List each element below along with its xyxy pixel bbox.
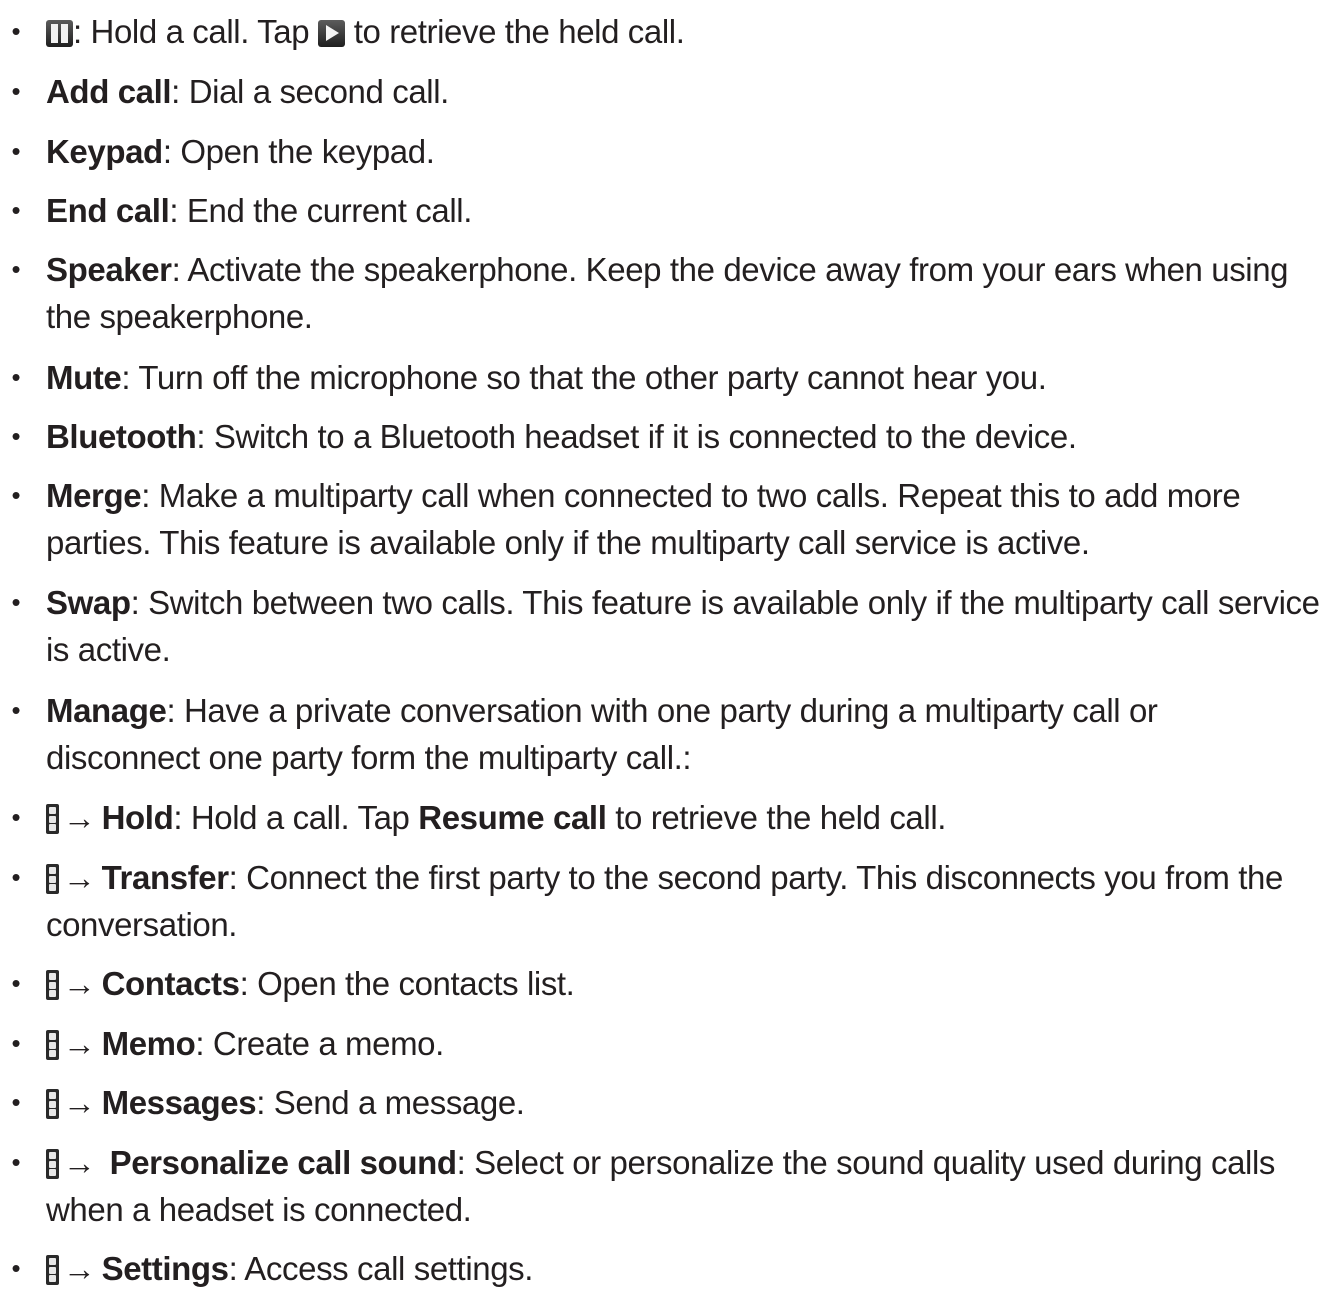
item-term: Add call [46, 73, 172, 110]
bullet: • [11, 195, 21, 225]
item-term: Speaker [46, 251, 172, 288]
bullet: • [11, 862, 21, 892]
item-desc-end: to retrieve the held call. [344, 13, 685, 50]
pause-icon [46, 20, 73, 47]
item-desc: : Switch between two calls. This feature… [130, 584, 1320, 621]
item-term: Keypad [46, 133, 163, 170]
arrow: → [63, 799, 96, 836]
bullet: • [11, 254, 21, 284]
item-text: Speaker: Activate the speakerphone. Keep… [46, 246, 1331, 340]
arrow: → [63, 1084, 96, 1121]
item-desc: : Make a multiparty call when connected … [141, 477, 1241, 514]
more-options-icon [46, 864, 59, 894]
arrow: → [63, 859, 96, 896]
item-desc-cont: when a headset is connected. [46, 1191, 472, 1228]
item-text: → Personalize call sound: Select or perso… [46, 1139, 1331, 1233]
item-term: Mute [46, 359, 122, 396]
item-desc: : Switch to a Bluetooth headset if it is… [196, 418, 1077, 455]
bullet: • [11, 1253, 21, 1283]
item-text: → Transfer: Connect the first party to th… [46, 854, 1331, 948]
item-desc: : Hold a call. Tap [73, 13, 318, 50]
bullet: • [11, 587, 21, 617]
item-desc: : Activate the speakerphone. Keep the de… [171, 251, 1289, 288]
bullet: • [11, 421, 21, 451]
more-options-icon [46, 1030, 59, 1060]
item-desc: : Select or personalize the sound qualit… [456, 1144, 1276, 1181]
arrow: → [63, 1250, 96, 1287]
more-options-icon [46, 1089, 59, 1119]
more-options-icon [46, 1149, 59, 1179]
item-term: Messages [101, 1084, 257, 1121]
item-term: Manage [46, 692, 167, 729]
item-text: → Hold: Hold a call. Tap Resume call to r… [46, 794, 1331, 841]
item-text: Swap: Switch between two calls. This fea… [46, 579, 1331, 673]
play-icon [317, 20, 345, 47]
item-text: → Settings: Access call settings. [46, 1245, 1331, 1292]
arrow: → [63, 1025, 96, 1062]
item-text: Merge: Make a multiparty call when conne… [46, 472, 1331, 566]
item-desc-cont: conversation. [46, 906, 238, 943]
arrow: → [63, 965, 96, 1002]
item-text: Bluetooth: Switch to a Bluetooth headset… [46, 413, 1331, 460]
item-desc: : Have a private conversation with one p… [166, 692, 1158, 729]
item-term: Personalize call sound [109, 1144, 457, 1181]
bullet: • [11, 1028, 21, 1058]
item-term: Settings [101, 1250, 229, 1287]
item-term: End call [46, 192, 170, 229]
more-options-icon [46, 970, 59, 1000]
more-options-icon [46, 1255, 59, 1285]
item-term: Memo [101, 1025, 196, 1062]
item-desc: : Open the contacts list. [239, 965, 575, 1002]
bullet: • [11, 136, 21, 166]
item-desc-end: to retrieve the held call. [606, 799, 947, 836]
item-desc: : End the current call. [169, 192, 472, 229]
item-term: Bluetooth [46, 418, 197, 455]
bullet: • [11, 480, 21, 510]
item-desc: : Hold a call. Tap [173, 799, 419, 836]
item-text: End call: End the current call. [46, 187, 1331, 234]
item-term: Hold [101, 799, 174, 836]
item-desc: : Access call settings. [228, 1250, 534, 1287]
item-text: Mute: Turn off the microphone so that th… [46, 354, 1331, 401]
bullet: • [11, 802, 21, 832]
bullet: • [11, 362, 21, 392]
bullet: • [11, 695, 21, 725]
more-options-icon [46, 804, 59, 834]
item-term: Contacts [101, 965, 240, 1002]
bullet: • [11, 1147, 21, 1177]
item-text: → Memo: Create a memo. [46, 1020, 1331, 1067]
item-term: Merge [46, 477, 142, 514]
item-term-inline: Resume call [418, 799, 607, 836]
item-desc-cont: the speakerphone. [46, 298, 313, 335]
item-desc: : Create a memo. [195, 1025, 444, 1062]
item-text: Keypad: Open the keypad. [46, 128, 1331, 175]
item-text: Manage: Have a private conversation with… [46, 687, 1331, 781]
item-text: → Messages: Send a message. [46, 1079, 1331, 1126]
arrow: → [63, 1144, 96, 1181]
bullet: • [11, 1087, 21, 1117]
item-text: : Hold a call. Tap to retrieve the held … [46, 8, 1331, 55]
item-term: Transfer [101, 859, 229, 896]
bullet: • [11, 968, 21, 998]
item-desc: : Turn off the microphone so that the ot… [121, 359, 1047, 396]
item-desc-cont: disconnect one party form the multiparty… [46, 739, 692, 776]
item-text: Add call: Dial a second call. [46, 68, 1331, 115]
item-term: Swap [46, 584, 131, 621]
item-desc: : Open the keypad. [162, 133, 435, 170]
item-desc-cont: is active. [46, 631, 171, 668]
bullet: • [11, 76, 21, 106]
bullet: • [11, 16, 21, 46]
item-text: → Contacts: Open the contacts list. [46, 960, 1331, 1007]
item-desc-cont: parties. This feature is available only … [46, 524, 1090, 561]
item-desc: : Dial a second call. [171, 73, 449, 110]
item-desc: : Send a message. [256, 1084, 525, 1121]
item-desc: : Connect the first party to the second … [228, 859, 1284, 896]
